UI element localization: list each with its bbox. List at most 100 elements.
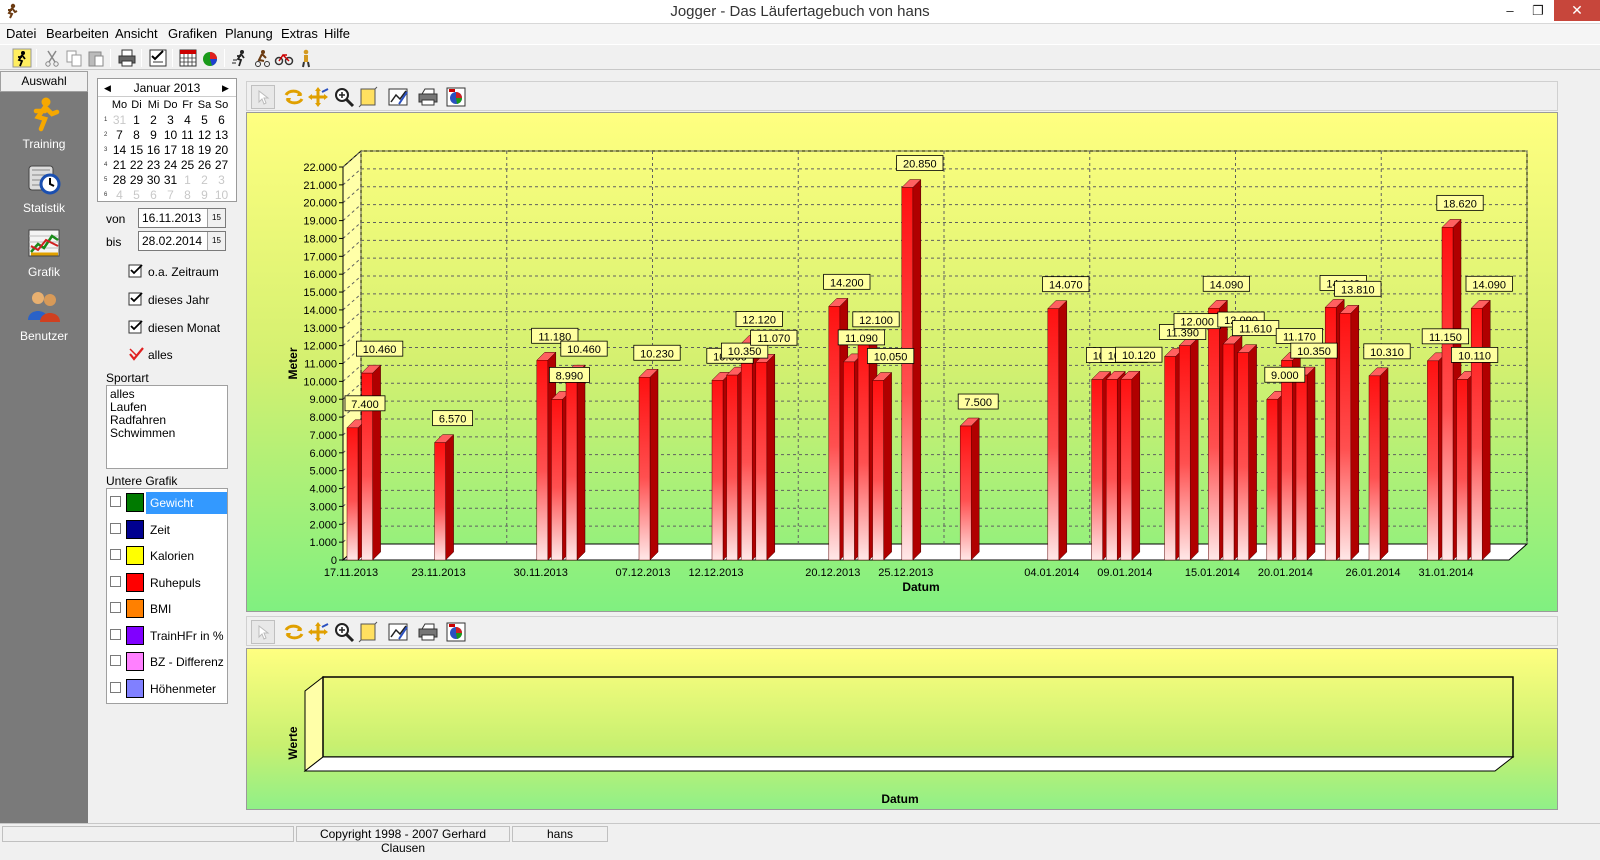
calendar-day[interactable]: 6 xyxy=(213,113,230,128)
sportart-list[interactable]: alles Laufen Radfahren Schwimmen xyxy=(106,385,228,469)
pointer-tool-button[interactable] xyxy=(251,620,275,644)
chart-bar[interactable] xyxy=(565,364,586,561)
quick-alles[interactable]: alles xyxy=(128,347,173,362)
untere-grafik-item[interactable]: BMI xyxy=(107,596,227,622)
cyclist-icon[interactable] xyxy=(252,48,272,68)
close-button[interactable]: ✕ xyxy=(1554,0,1600,21)
calendar-day[interactable]: 12 xyxy=(196,128,213,143)
calendar-grid-icon[interactable] xyxy=(178,48,198,68)
calendar-day[interactable]: 5 xyxy=(128,188,145,203)
untere-grafik-item[interactable]: Gewicht xyxy=(107,490,227,516)
menu-datei[interactable]: Datei xyxy=(6,26,36,41)
calendar-day[interactable]: 10 xyxy=(162,128,179,143)
copy-icon[interactable] xyxy=(64,48,84,68)
chart-bar[interactable] xyxy=(755,353,776,561)
menu-grafiken[interactable]: Grafiken xyxy=(168,26,217,41)
quick-diesen-monat[interactable]: diesen Monat xyxy=(128,320,220,335)
person-icon[interactable] xyxy=(296,48,316,68)
calendar-day[interactable]: 4 xyxy=(179,113,196,128)
training-runner-icon[interactable] xyxy=(12,48,32,68)
calendar-day[interactable]: 7 xyxy=(162,188,179,203)
maximize-button[interactable]: ❐ xyxy=(1524,0,1552,21)
nav-training[interactable]: Training xyxy=(0,96,88,151)
calendar-day[interactable]: 29 xyxy=(128,173,145,188)
next-month-arrow-icon[interactable]: ▶ xyxy=(222,79,229,97)
untere-grafik-checkbox[interactable] xyxy=(110,628,121,640)
print-chart-icon[interactable] xyxy=(417,621,439,643)
export-chart-icon[interactable] xyxy=(445,621,467,643)
quick-dieses-jahr[interactable]: dieses Jahr xyxy=(128,292,209,307)
untere-grafik-checkbox[interactable] xyxy=(110,575,121,587)
untere-grafik-item[interactable]: Ruhepuls xyxy=(107,570,227,596)
calendar-day[interactable]: 5 xyxy=(196,113,213,128)
zoom-icon[interactable] xyxy=(333,86,355,108)
export-chart-icon[interactable] xyxy=(445,86,467,108)
print-icon[interactable] xyxy=(117,48,137,68)
untere-grafik-checkbox[interactable] xyxy=(110,655,121,666)
runner-group-icon[interactable] xyxy=(230,48,250,68)
calendar-day[interactable]: 14 xyxy=(111,143,128,158)
chart-bar[interactable] xyxy=(1295,366,1316,561)
menu-hilfe[interactable]: Hilfe xyxy=(324,26,350,41)
untere-grafik-item[interactable]: TrainHFr in % xyxy=(107,623,227,649)
calendar-day[interactable]: 27 xyxy=(213,158,230,173)
calendar-day[interactable]: 28 xyxy=(111,173,128,188)
chart-bar[interactable] xyxy=(360,364,382,561)
zoom-icon[interactable] xyxy=(333,621,355,643)
calendar-day[interactable]: 9 xyxy=(196,188,213,203)
prev-month-arrow-icon[interactable]: ◀ xyxy=(104,79,111,97)
checklist-icon[interactable] xyxy=(148,48,168,68)
von-date-field[interactable]: 16.11.2013 15 xyxy=(138,208,226,228)
calendar-day[interactable]: 25 xyxy=(179,158,196,173)
sportart-item[interactable]: Schwimmen xyxy=(110,427,224,440)
cut-icon[interactable] xyxy=(42,48,62,68)
von-calendar-picker-icon[interactable]: 15 xyxy=(207,209,225,227)
calendar-day[interactable]: 11 xyxy=(179,128,196,143)
chart-bar[interactable] xyxy=(1339,304,1360,561)
untere-grafik-checkbox[interactable] xyxy=(110,549,121,560)
chart-bar[interactable] xyxy=(1470,299,1491,561)
untere-grafik-checkbox[interactable] xyxy=(110,681,121,693)
calendar-day[interactable]: 23 xyxy=(145,158,162,173)
paste-icon[interactable] xyxy=(86,48,106,68)
calendar-day[interactable]: 16 xyxy=(145,143,162,158)
calendar-day[interactable]: 7 xyxy=(111,128,128,143)
chart-bar[interactable] xyxy=(1236,343,1258,561)
untere-grafik-checkbox[interactable] xyxy=(110,496,121,507)
calendar-day[interactable]: 4 xyxy=(111,188,128,203)
calendar-day[interactable]: 31 xyxy=(162,173,179,188)
calendar-day[interactable]: 3 xyxy=(213,173,230,188)
calendar-day[interactable]: 10 xyxy=(213,188,230,203)
bis-date-field[interactable]: 28.02.2014 15 xyxy=(138,231,226,251)
menu-ansicht[interactable]: Ansicht xyxy=(115,26,158,41)
nav-grafik[interactable]: Grafik xyxy=(0,224,88,279)
calendar-day[interactable]: 13 xyxy=(213,128,230,143)
calendar-day[interactable]: 1 xyxy=(128,113,145,128)
move-icon[interactable] xyxy=(307,86,329,108)
untere-grafik-checkbox[interactable] xyxy=(110,522,121,534)
calendar-day[interactable]: 21 xyxy=(111,158,128,173)
calendar-day[interactable]: 30 xyxy=(145,173,162,188)
calendar-day[interactable]: 26 xyxy=(196,158,213,173)
print-chart-icon[interactable] xyxy=(417,86,439,108)
bike-icon[interactable] xyxy=(274,48,294,68)
chart-bar[interactable] xyxy=(433,434,455,561)
pointer-tool-button[interactable] xyxy=(251,85,275,109)
untere-grafik-checkbox[interactable] xyxy=(110,602,121,613)
calendar-day[interactable]: 9 xyxy=(145,128,162,143)
tab-auswahl[interactable]: Auswahl xyxy=(0,71,88,92)
untere-grafik-item[interactable]: Zeit xyxy=(107,517,227,543)
calendar-day[interactable]: 2 xyxy=(196,173,213,188)
menu-bearbeiten[interactable]: Bearbeiten xyxy=(46,26,109,41)
calendar-day[interactable]: 8 xyxy=(128,128,145,143)
calendar-day[interactable]: 17 xyxy=(162,143,179,158)
chart-bar[interactable] xyxy=(638,368,659,561)
move-icon[interactable] xyxy=(307,621,329,643)
quick-oa-zeitraum[interactable]: o.a. Zeitraum xyxy=(128,264,219,279)
untere-grafik-item[interactable]: Höhenmeter xyxy=(107,676,227,702)
untere-grafik-item[interactable]: BZ - Differenz xyxy=(107,649,227,675)
edit-chart-icon[interactable] xyxy=(387,621,409,643)
calendar-day[interactable]: 22 xyxy=(128,158,145,173)
page-frame-icon[interactable] xyxy=(357,621,379,643)
month-calendar[interactable]: ◀ Januar 2013 ▶ Mo Di Mi Do Fr Sa So 1 31 1 2 3 4 5 6 2… xyxy=(97,78,237,202)
